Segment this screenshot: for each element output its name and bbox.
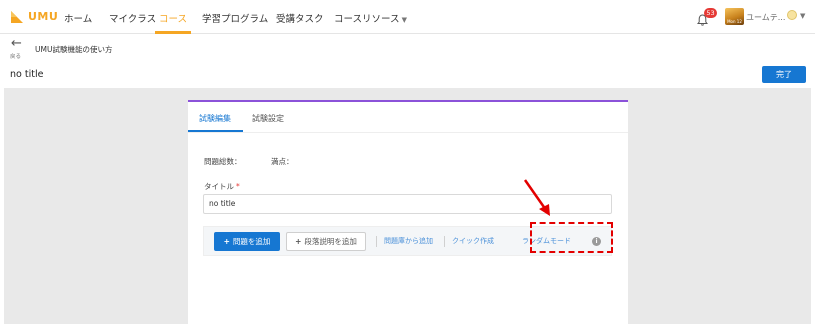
annotation-arrow-icon	[523, 179, 550, 216]
nav-course[interactable]: コース	[159, 11, 187, 25]
umu-logo-icon	[10, 9, 24, 23]
avatar-text: Mon 12	[727, 19, 742, 24]
add-section-label: 段落説明を追加	[304, 237, 357, 246]
plus-icon: +	[295, 237, 302, 246]
add-question-button[interactable]: + 問題を追加	[214, 232, 280, 251]
nav-active-indicator	[155, 31, 191, 34]
page-title: no title	[10, 69, 44, 80]
plus-icon: +	[223, 237, 230, 246]
tab-exam-settings[interactable]: 試験設定	[252, 113, 284, 124]
user-menu-chevron-down-icon[interactable]: ▼	[800, 12, 805, 20]
required-mark: *	[236, 182, 240, 191]
annotation-highlight-box	[530, 222, 613, 253]
divider	[376, 236, 377, 247]
add-section-button[interactable]: + 段落説明を追加	[286, 232, 366, 251]
full-score-label: 満点：	[271, 157, 294, 166]
divider	[444, 236, 445, 247]
nav-course-resources-label: コースリソース	[334, 14, 400, 25]
nav-my-class[interactable]: マイクラス	[109, 11, 156, 25]
chevron-down-icon: ▼	[401, 16, 407, 24]
back-label[interactable]: 戻る	[10, 52, 21, 60]
back-arrow-icon[interactable]: ←	[11, 37, 22, 50]
title-label-text: タイトル	[204, 182, 234, 191]
total-questions-label: 問題総数：	[204, 157, 242, 166]
user-status-icon	[787, 10, 797, 20]
course-title: UMU試験機能の使い方	[35, 45, 113, 54]
nav-course-resources[interactable]: コースリソース ▼	[334, 11, 407, 25]
add-from-bank-link[interactable]: 問題庫から追加	[384, 236, 433, 246]
notification-badge: 53	[704, 8, 717, 18]
avatar[interactable]: Mon 12	[725, 8, 744, 25]
user-name[interactable]: ユームテ...	[746, 12, 785, 23]
umu-logo[interactable]: UMU	[10, 9, 58, 23]
tab-divider	[188, 132, 628, 133]
nav-learning-program[interactable]: 学習プログラム	[202, 11, 268, 25]
done-button[interactable]: 完了	[762, 66, 806, 83]
exam-editor-card: 試験編集 試験設定 問題総数： 満点： タイトル * no title + 問題を追…	[188, 100, 628, 324]
top-navbar: UMU ホーム マイクラス コース 学習プログラム 受講タスク コースリソース ▼…	[0, 0, 815, 34]
add-question-label: 問題を追加	[232, 237, 271, 246]
nav-home[interactable]: ホーム	[64, 11, 92, 25]
title-field-label: タイトル *	[204, 181, 240, 192]
tab-exam-edit[interactable]: 試験編集	[199, 113, 231, 124]
quick-create-link[interactable]: クイック作成	[452, 236, 494, 246]
logo-text: UMU	[28, 9, 59, 23]
nav-tasks[interactable]: 受講タスク	[276, 11, 324, 25]
